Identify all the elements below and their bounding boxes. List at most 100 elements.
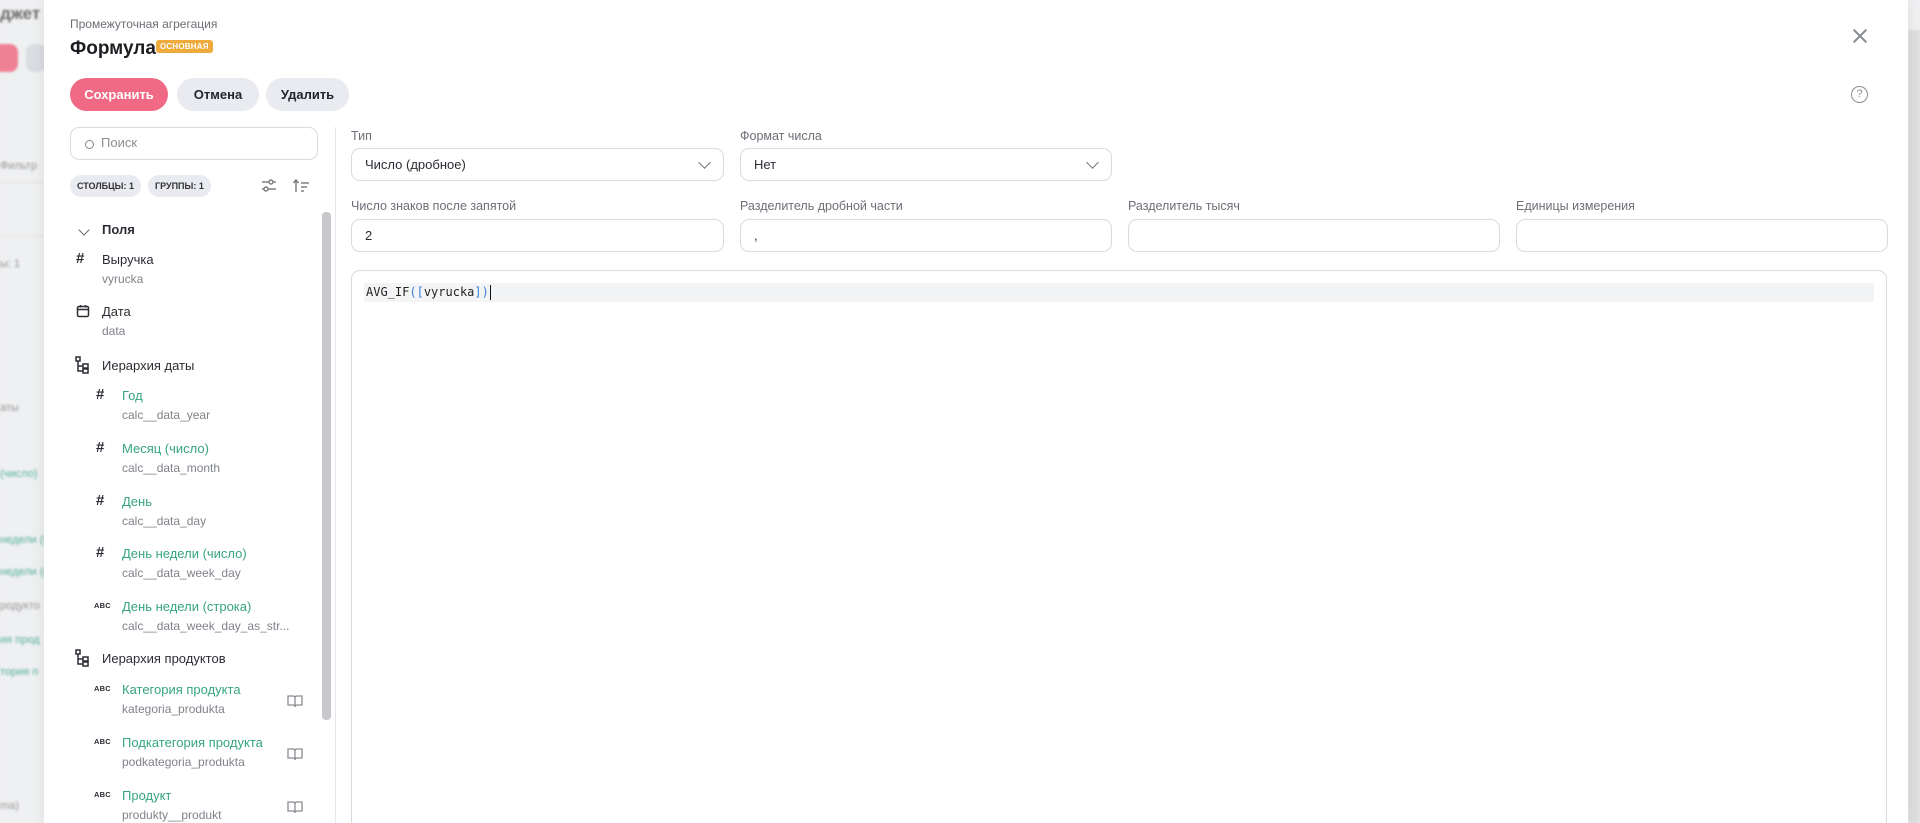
- background-divider: [0, 182, 44, 183]
- tree-item[interactable]: Иерархия продуктов: [70, 649, 310, 671]
- type-select[interactable]: Число (дробное): [351, 148, 724, 181]
- field-id: calc__data_year: [122, 408, 211, 422]
- delete-button[interactable]: Удалить: [266, 78, 349, 111]
- tree-item[interactable]: ABC День недели (строка) calc__data_week…: [70, 599, 310, 641]
- search-input[interactable]: [101, 135, 301, 150]
- number-format-label: Формат числа: [740, 129, 822, 143]
- close-icon[interactable]: [1848, 24, 1872, 48]
- field-id: calc__data_month: [122, 461, 221, 475]
- abc-icon: ABC: [94, 684, 111, 693]
- decimals-label: Число знаков после запятой: [351, 199, 517, 213]
- tree-item[interactable]: ABC Подкатегория продукта podkategoria_p…: [70, 735, 310, 777]
- primary-badge: ОСНОВНАЯ: [156, 40, 213, 53]
- units-input[interactable]: [1516, 219, 1888, 252]
- formula-editor[interactable]: AVG_IF([vyrucka]): [351, 270, 1887, 823]
- tree-group-fields[interactable]: Поля: [70, 222, 310, 242]
- tree-item[interactable]: Дата data: [70, 304, 310, 346]
- decimals-input[interactable]: 2: [351, 219, 724, 252]
- calendar-icon: [76, 305, 90, 318]
- cancel-button[interactable]: Отмена: [177, 78, 259, 111]
- background-scrollbar: [1908, 30, 1920, 823]
- hash-icon: #: [96, 492, 105, 509]
- tree-item[interactable]: # Выручка vyrucka: [70, 250, 310, 294]
- field-label: День недели (строка): [122, 599, 252, 614]
- code-bracket: [: [416, 285, 424, 299]
- field-id: podkategoria_produkta: [122, 755, 245, 769]
- field-id: calc__data_day: [122, 514, 207, 528]
- field-label: Выручка: [102, 252, 154, 267]
- chevron-down-icon: [698, 156, 711, 169]
- background-button: [0, 44, 18, 72]
- field-id: produkty__produkt: [122, 808, 222, 822]
- code-argument: vyrucka: [423, 285, 475, 299]
- field-id: data: [102, 324, 126, 338]
- field-id: calc__data_week_day: [122, 566, 241, 580]
- abc-icon: ABC: [94, 737, 111, 746]
- number-format-select[interactable]: Нет: [740, 148, 1112, 181]
- type-value: Число (дробное): [365, 157, 466, 172]
- code-bracket: ]: [474, 285, 482, 299]
- hash-icon: #: [76, 250, 85, 267]
- tree-item[interactable]: Иерархия даты: [70, 356, 310, 378]
- modal-subtitle: Промежуточная агрегация: [70, 17, 218, 31]
- field-label: День: [122, 494, 152, 509]
- panel-divider: [335, 127, 336, 823]
- tree-item[interactable]: # День calc__data_day: [70, 492, 310, 536]
- tree-item[interactable]: # День недели (число) calc__data_week_da…: [70, 544, 310, 588]
- dictionary-icon[interactable]: [287, 747, 303, 761]
- help-icon[interactable]: ?: [1851, 86, 1868, 103]
- dictionary-icon[interactable]: [287, 694, 303, 708]
- abc-icon: ABC: [94, 790, 111, 799]
- tree-group-label: Поля: [102, 222, 135, 237]
- field-label: Подкатегория продукта: [122, 735, 263, 750]
- decimal-separator-input[interactable]: ,: [740, 219, 1112, 252]
- field-label: День недели (число): [122, 546, 247, 561]
- chevron-down-icon[interactable]: [78, 224, 90, 236]
- hash-icon: #: [96, 439, 105, 456]
- groups-chip[interactable]: ГРУППЫ: 1: [148, 175, 211, 197]
- field-label: Категория продукта: [122, 682, 241, 697]
- field-label: Иерархия даты: [102, 358, 195, 373]
- thousands-separator-input[interactable]: [1128, 219, 1500, 252]
- background-divider: [0, 236, 44, 237]
- filter-settings-icon[interactable]: [260, 177, 278, 195]
- code-paren: (: [409, 285, 417, 299]
- tree-item[interactable]: # Месяц (число) calc__data_month: [70, 439, 310, 483]
- background-text: тория п: [0, 666, 39, 678]
- field-label: Год: [122, 388, 143, 403]
- hierarchy-icon: [75, 649, 89, 667]
- tree-scrollbar[interactable]: [322, 212, 331, 720]
- decimal-separator-label: Разделитель дробной части: [740, 199, 903, 213]
- tree-item[interactable]: ABC Категория продукта kategoria_produkt…: [70, 682, 310, 724]
- text-cursor: [489, 285, 492, 300]
- tree-item[interactable]: ABC Продукт produkty__produkt: [70, 788, 310, 823]
- hash-icon: #: [96, 386, 105, 403]
- background-text: аты: [0, 402, 19, 414]
- background-text: ma): [0, 800, 19, 812]
- background-text: недели (с: [0, 566, 49, 578]
- background-title: джет: [0, 4, 41, 23]
- search-icon: [85, 140, 94, 149]
- field-label: Иерархия продуктов: [102, 651, 226, 666]
- tree-item[interactable]: # Год calc__data_year: [70, 386, 310, 430]
- units-label: Единицы измерения: [1516, 199, 1635, 213]
- background-text: (число): [0, 468, 38, 480]
- hierarchy-icon: [75, 356, 89, 374]
- code-line[interactable]: AVG_IF([vyrucka]): [364, 283, 1874, 302]
- dictionary-icon[interactable]: [287, 800, 303, 814]
- abc-icon: ABC: [94, 601, 111, 610]
- field-id: vyrucka: [102, 272, 144, 286]
- formula-modal: Промежуточная агрегация Формула ОСНОВНАЯ…: [44, 0, 1908, 823]
- field-id: kategoria_produkta: [122, 702, 225, 716]
- field-label: Дата: [102, 304, 131, 319]
- background-text: Фильтр: [0, 160, 37, 172]
- modal-title: Формула: [70, 38, 156, 59]
- thousands-separator-label: Разделитель тысяч: [1128, 199, 1240, 213]
- columns-chip[interactable]: СТОЛБЦЫ: 1: [70, 175, 141, 197]
- save-button[interactable]: Сохранить: [70, 78, 168, 111]
- code-paren: ): [481, 285, 489, 299]
- search-field[interactable]: [70, 127, 318, 160]
- background-text: ы: 1: [0, 258, 21, 270]
- sort-icon[interactable]: [292, 177, 310, 195]
- number-format-value: Нет: [754, 157, 777, 172]
